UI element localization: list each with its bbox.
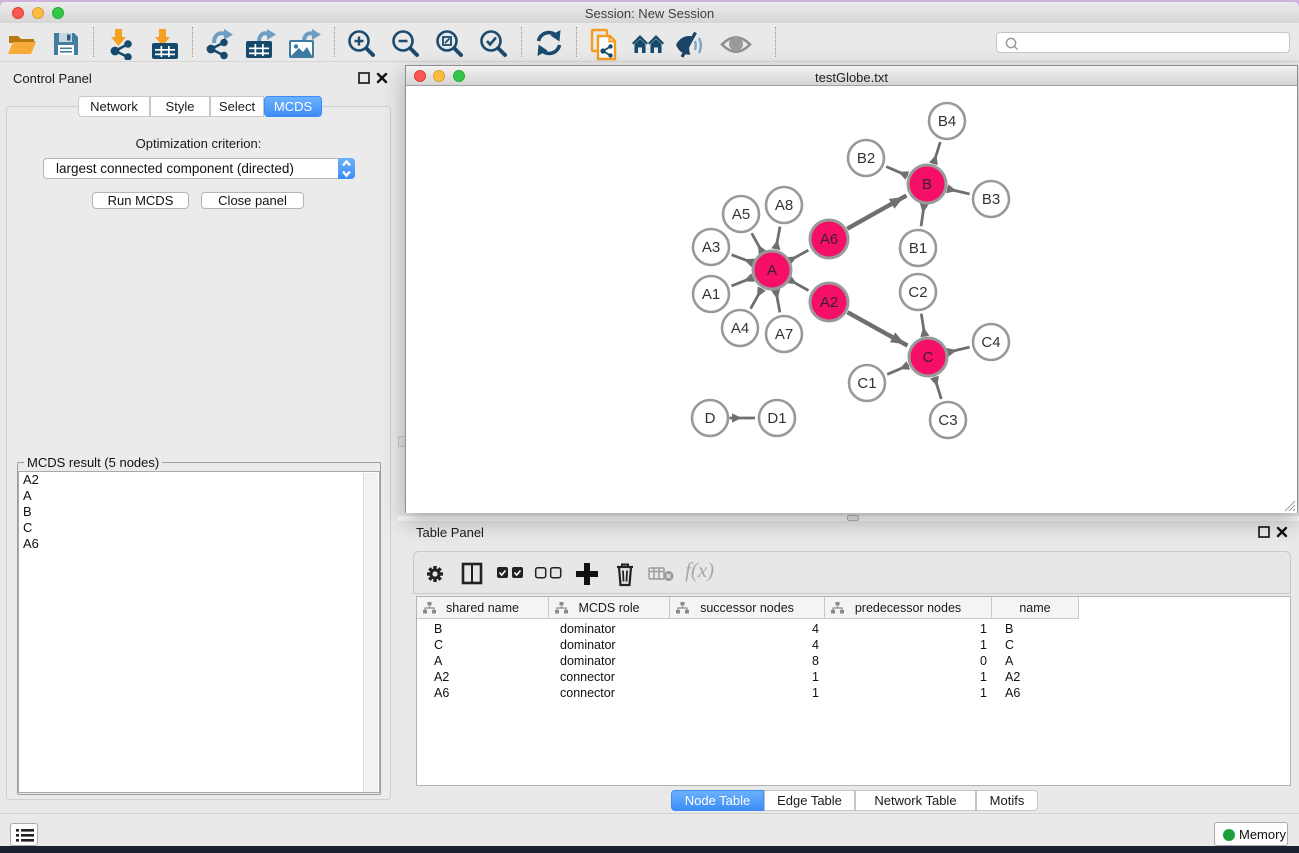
svg-text:B1: B1 [909,240,927,257]
svg-text:D: D [705,410,716,427]
svg-text:D1: D1 [767,410,786,427]
svg-text:A: A [767,262,777,279]
svg-text:C: C [923,349,934,366]
svg-text:A1: A1 [702,286,720,303]
svg-text:A7: A7 [775,326,793,343]
svg-text:B3: B3 [982,191,1000,208]
svg-text:C4: C4 [981,334,1000,351]
svg-text:A5: A5 [732,206,750,223]
svg-text:C3: C3 [938,412,957,429]
svg-text:B4: B4 [938,113,956,130]
svg-text:A8: A8 [775,197,793,214]
svg-text:B2: B2 [857,150,875,167]
svg-text:A4: A4 [731,320,749,337]
svg-text:C1: C1 [857,375,876,392]
svg-text:A3: A3 [702,239,720,256]
svg-text:A6: A6 [820,231,838,248]
svg-text:A2: A2 [820,294,838,311]
svg-text:C2: C2 [908,284,927,301]
svg-text:B: B [922,176,932,193]
